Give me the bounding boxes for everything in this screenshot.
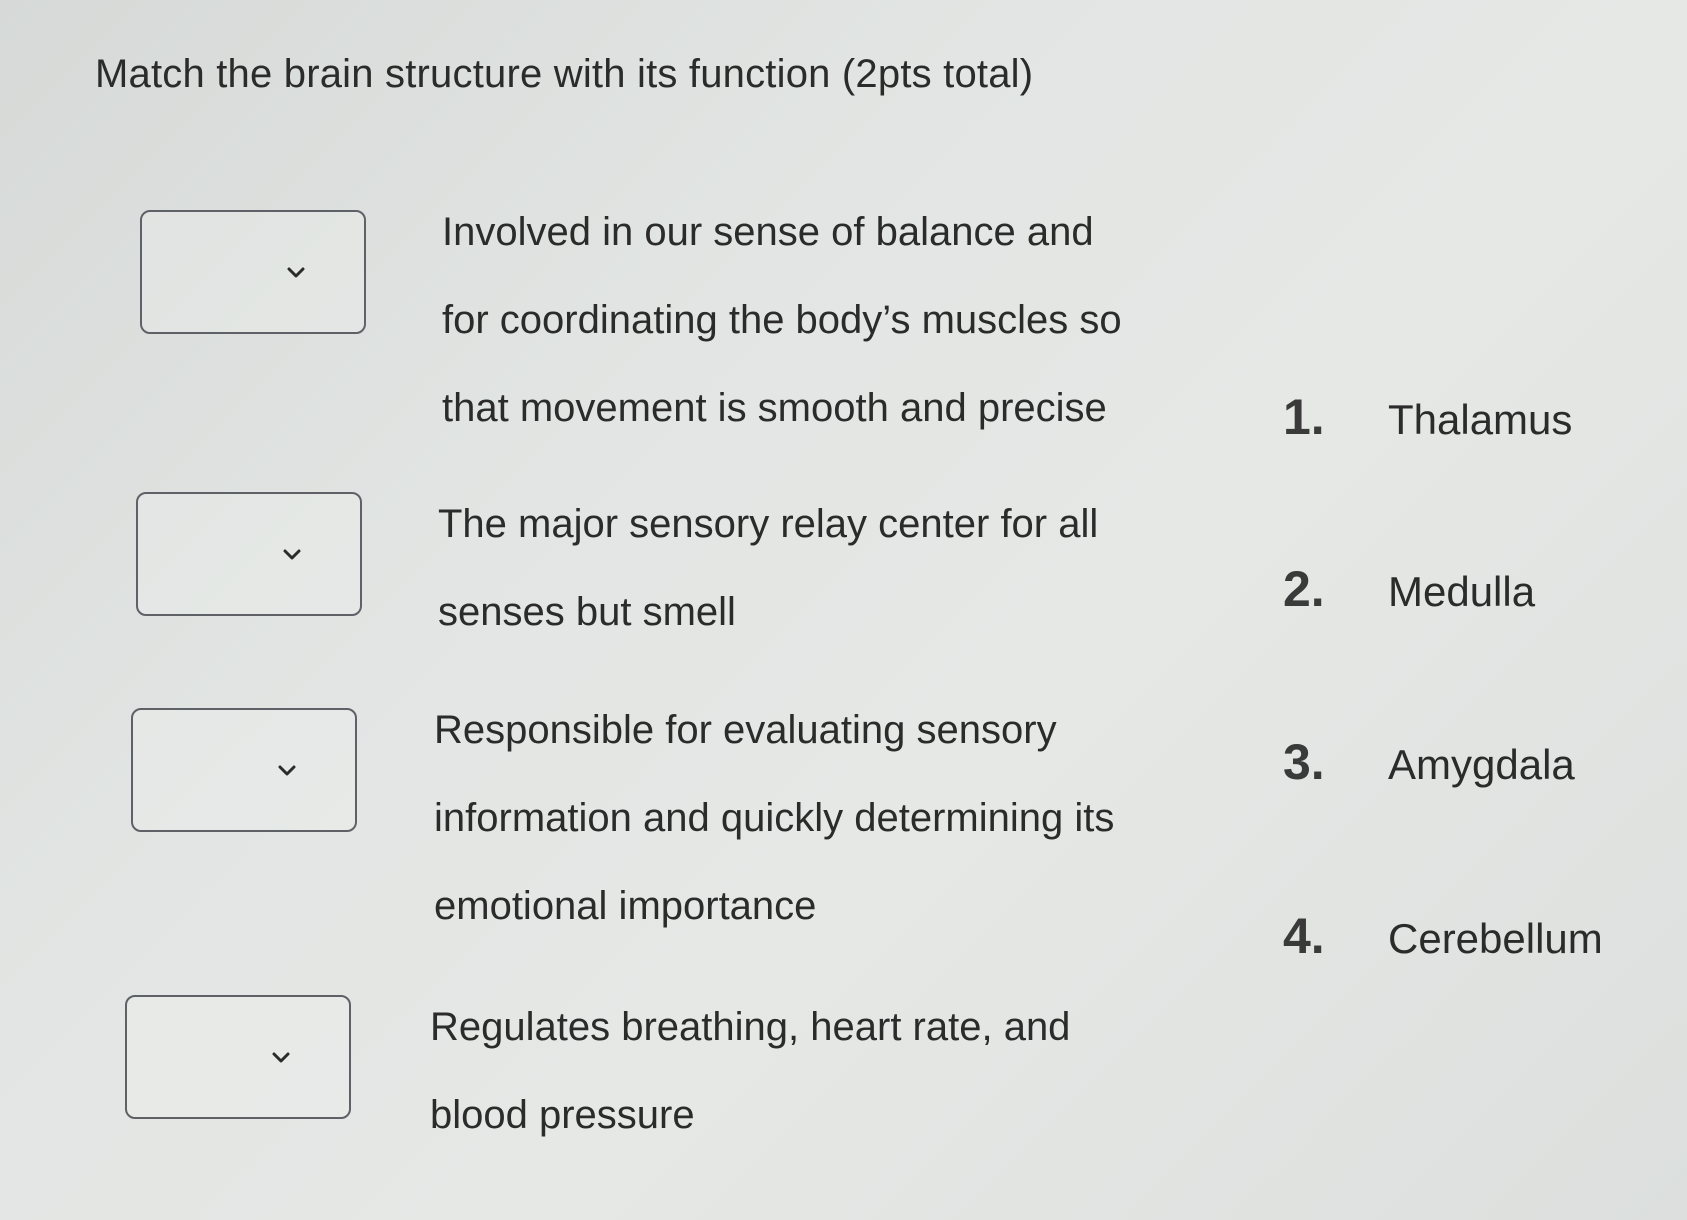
question-4-text: Regulates breathing, heart rate, and blo…: [430, 1005, 1071, 1137]
option-label: Thalamus: [1388, 396, 1573, 443]
option-label: Amygdala: [1388, 741, 1575, 788]
option-number: 3.: [1283, 734, 1325, 790]
option-1: 1. Thalamus: [1283, 388, 1572, 446]
page-title: Match the brain structure with its funct…: [95, 52, 1034, 96]
question-1-text: Involved in our sense of balance and for…: [442, 210, 1122, 430]
answer-select-2[interactable]: [136, 492, 362, 616]
chevron-down-icon: [278, 762, 296, 780]
option-number: 2.: [1283, 561, 1325, 617]
option-3: 3. Amygdala: [1283, 733, 1575, 791]
option-label: Cerebellum: [1388, 915, 1603, 962]
option-label: Medulla: [1388, 568, 1536, 615]
answer-select-4[interactable]: [125, 995, 351, 1119]
option-number: 1.: [1283, 389, 1325, 445]
option-2: 2. Medulla: [1283, 560, 1535, 618]
option-number: 4.: [1283, 908, 1325, 964]
chevron-down-icon: [283, 546, 301, 564]
option-4: 4. Cerebellum: [1283, 907, 1603, 965]
chevron-down-icon: [272, 1049, 290, 1067]
answer-select-3[interactable]: [131, 708, 357, 832]
chevron-down-icon: [287, 264, 305, 282]
question-3-text: Responsible for evaluating sensory infor…: [434, 708, 1115, 928]
answer-select-1[interactable]: [140, 210, 366, 334]
question-2-text: The major sensory relay center for all s…: [438, 502, 1099, 634]
